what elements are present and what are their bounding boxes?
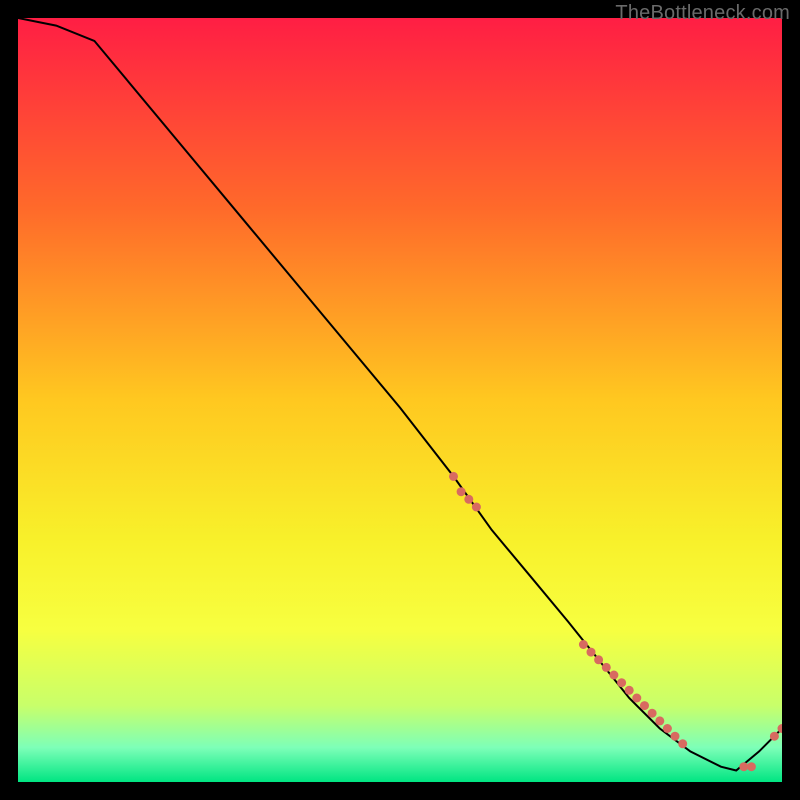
data-marker <box>632 694 641 703</box>
data-marker <box>640 701 649 710</box>
watermark-label: TheBottleneck.com <box>615 2 790 25</box>
gradient-background <box>18 18 782 782</box>
data-marker <box>587 648 596 657</box>
chart-svg <box>18 18 782 782</box>
data-marker <box>678 739 687 748</box>
data-marker <box>625 686 634 695</box>
chart-frame: TheBottleneck.com <box>0 0 800 800</box>
data-marker <box>594 655 603 664</box>
data-marker <box>579 640 588 649</box>
data-marker <box>655 716 664 725</box>
data-marker <box>609 671 618 680</box>
data-marker <box>747 762 756 771</box>
data-marker <box>472 503 481 512</box>
data-marker <box>602 663 611 672</box>
data-marker <box>464 495 473 504</box>
data-marker <box>617 678 626 687</box>
data-marker <box>671 732 680 741</box>
data-marker <box>770 732 779 741</box>
data-marker <box>648 709 657 718</box>
data-marker <box>449 472 458 481</box>
data-marker <box>457 487 466 496</box>
data-marker <box>663 724 672 733</box>
bottleneck-chart <box>18 18 782 782</box>
